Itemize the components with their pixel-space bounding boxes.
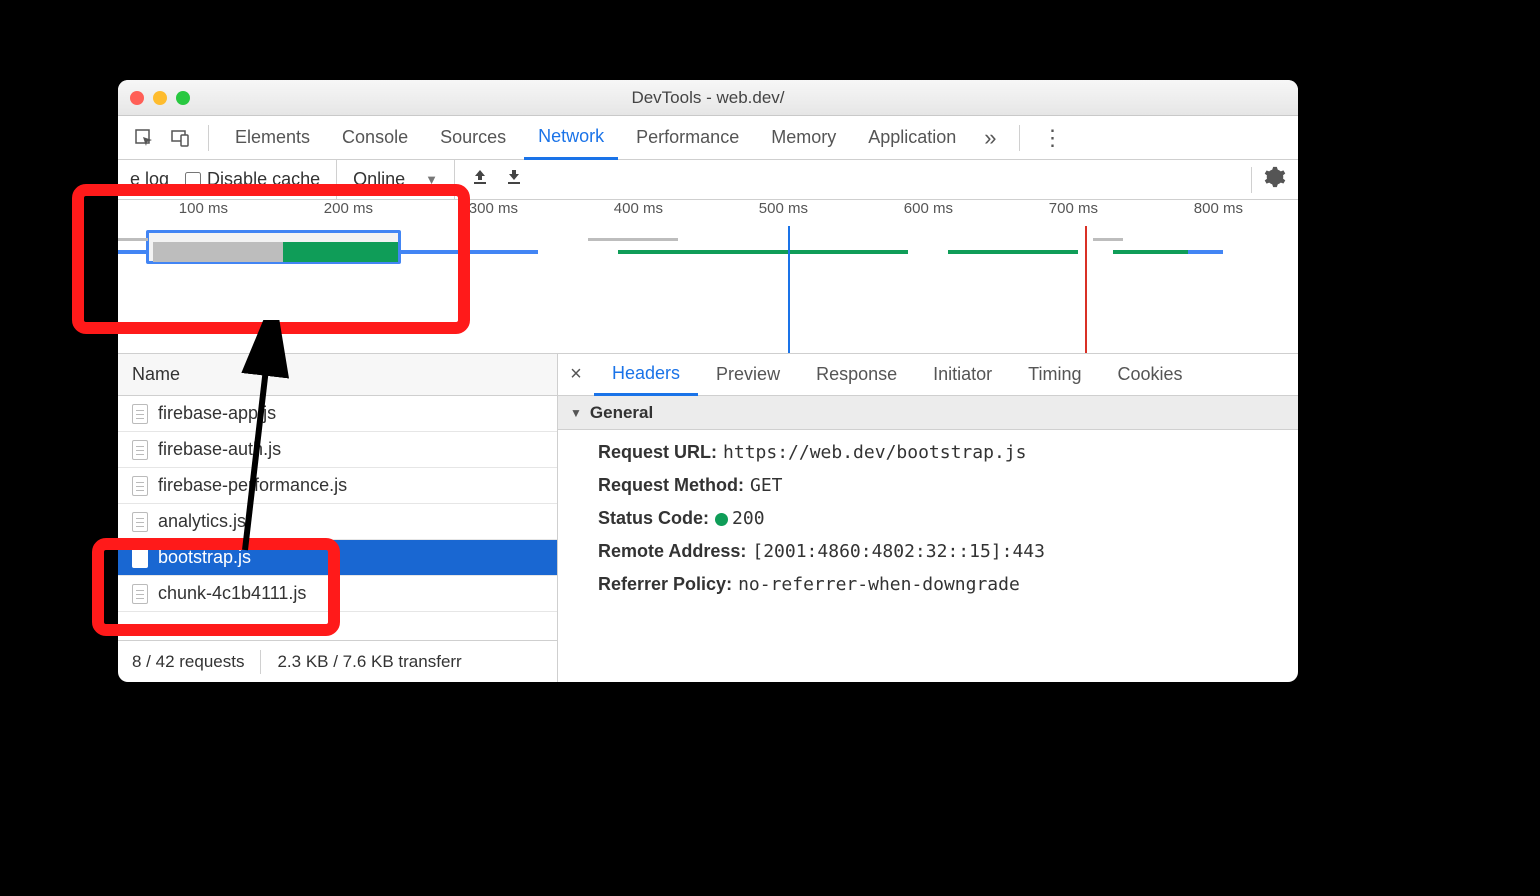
- traffic-lights: [130, 91, 190, 105]
- request-detail-pane: × Headers Preview Response Initiator Tim…: [558, 354, 1298, 682]
- close-window-button[interactable]: [130, 91, 144, 105]
- download-har-icon[interactable]: [505, 168, 523, 191]
- referrer-policy-row: Referrer Policy: no-referrer-when-downgr…: [558, 568, 1298, 601]
- detail-tab-timing[interactable]: Timing: [1010, 354, 1099, 396]
- file-icon: [132, 512, 148, 532]
- network-status-bar: 8 / 42 requests 2.3 KB / 7.6 KB transfer…: [118, 640, 557, 682]
- detail-tab-initiator[interactable]: Initiator: [915, 354, 1010, 396]
- status-code-row: Status Code: 200: [558, 502, 1298, 535]
- requests-count: 8 / 42 requests: [132, 652, 244, 672]
- remote-address-row: Remote Address: [2001:4860:4802:32::15]:…: [558, 535, 1298, 568]
- tab-performance[interactable]: Performance: [622, 116, 753, 160]
- tab-network[interactable]: Network: [524, 116, 618, 160]
- annotation-arrow-icon: [160, 320, 360, 580]
- detail-tab-preview[interactable]: Preview: [698, 354, 798, 396]
- transfer-size: 2.3 KB / 7.6 KB transferr: [277, 652, 461, 672]
- gear-icon[interactable]: [1264, 166, 1286, 193]
- tab-memory[interactable]: Memory: [757, 116, 850, 160]
- minimize-window-button[interactable]: [153, 91, 167, 105]
- tab-console[interactable]: Console: [328, 116, 422, 160]
- file-icon: [132, 440, 148, 460]
- tab-sources[interactable]: Sources: [426, 116, 520, 160]
- general-section: Request URL: https://web.dev/bootstrap.j…: [558, 430, 1298, 611]
- main-tabs: Elements Console Sources Network Perform…: [118, 116, 1298, 160]
- inspect-icon[interactable]: [128, 122, 160, 154]
- annotation-box-timeline: [72, 184, 470, 334]
- file-icon: [132, 476, 148, 496]
- tabs-overflow-button[interactable]: »: [974, 125, 1006, 151]
- tab-application[interactable]: Application: [854, 116, 970, 160]
- chevron-down-icon: ▼: [570, 406, 582, 420]
- status-dot-icon: [715, 513, 728, 526]
- general-section-header[interactable]: ▼ General: [558, 396, 1298, 430]
- domcontent-marker: [788, 226, 790, 353]
- close-detail-button[interactable]: ×: [558, 363, 594, 386]
- request-url-row: Request URL: https://web.dev/bootstrap.j…: [558, 436, 1298, 469]
- maximize-window-button[interactable]: [176, 91, 190, 105]
- request-method-row: Request Method: GET: [558, 469, 1298, 502]
- detail-tab-cookies[interactable]: Cookies: [1100, 354, 1201, 396]
- kebab-menu-icon[interactable]: ⋮: [1032, 125, 1074, 151]
- tab-elements[interactable]: Elements: [221, 116, 324, 160]
- titlebar: DevTools - web.dev/: [118, 80, 1298, 116]
- detail-tabs: × Headers Preview Response Initiator Tim…: [558, 354, 1298, 396]
- detail-tab-response[interactable]: Response: [798, 354, 915, 396]
- upload-har-icon[interactable]: [471, 168, 489, 191]
- window-title: DevTools - web.dev/: [118, 88, 1298, 108]
- detail-tab-headers[interactable]: Headers: [594, 354, 698, 396]
- device-toggle-icon[interactable]: [164, 122, 196, 154]
- load-marker: [1085, 226, 1087, 353]
- file-icon: [132, 404, 148, 424]
